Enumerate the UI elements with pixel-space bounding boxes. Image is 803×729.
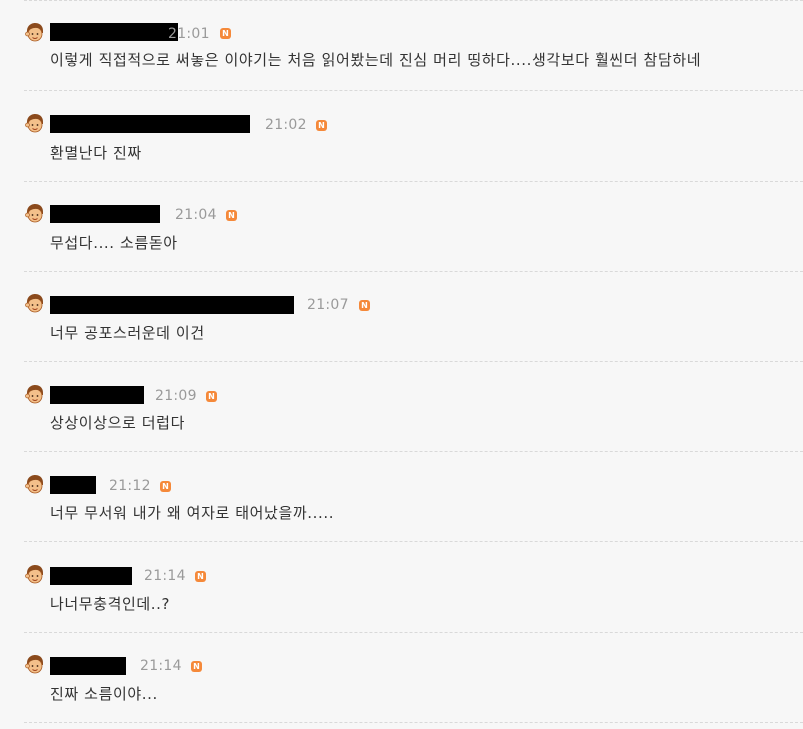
new-badge-icon: N	[195, 571, 206, 582]
new-badge-icon: N	[191, 661, 202, 672]
author-name-redacted[interactable]	[50, 23, 178, 41]
user-avatar-icon[interactable]	[24, 475, 45, 495]
comment-text: 진짜 소름이야...	[50, 685, 158, 703]
user-avatar-icon[interactable]	[24, 294, 45, 314]
comment-text: 환멸난다 진짜	[50, 144, 142, 162]
comment-text: 상상이상으로 더럽다	[50, 414, 185, 432]
comment-item: 21:01 N 이렇게 직접적으로 써놓은 이야기는 처음 읽어봤는데 진심 머…	[24, 0, 803, 91]
comment-item: 21:09 N 상상이상으로 더럽다	[24, 362, 803, 452]
comment-item: 21:04 N 무섭다.... 소름돋아	[24, 182, 803, 272]
comment-time: 21:12	[109, 478, 151, 494]
comment-item: 21:14 N 나너무충격인데..?	[24, 543, 803, 633]
comment-item: 21:07 N 너무 공포스러운데 이건	[24, 272, 803, 362]
comment-item: 21:02 N 환멸난다 진짜	[24, 92, 803, 182]
new-badge-icon: N	[160, 481, 171, 492]
new-badge-icon: N	[359, 300, 370, 311]
comment-time: 21:02	[265, 117, 307, 133]
author-name-redacted[interactable]	[50, 386, 144, 404]
comment-text: 너무 무서워 내가 왜 여자로 태어났을까.....	[50, 504, 335, 522]
author-name-redacted[interactable]	[50, 115, 250, 133]
comment-text: 무섭다.... 소름돋아	[50, 234, 178, 252]
new-badge-icon: N	[226, 210, 237, 221]
author-name-redacted[interactable]	[50, 567, 132, 585]
user-avatar-icon[interactable]	[24, 655, 45, 675]
user-avatar-icon[interactable]	[24, 204, 45, 224]
author-name-redacted[interactable]	[50, 657, 126, 675]
author-name-redacted[interactable]	[50, 476, 96, 494]
author-name-redacted[interactable]	[50, 205, 160, 223]
comment-item: 21:12 N 너무 무서워 내가 왜 여자로 태어났을까.....	[24, 452, 803, 542]
comment-item: 21:14 N 진짜 소름이야...	[24, 633, 803, 723]
comment-time: 21:09	[155, 388, 197, 404]
user-avatar-icon[interactable]	[24, 114, 45, 134]
author-name-redacted[interactable]	[50, 296, 294, 314]
user-avatar-icon[interactable]	[24, 385, 45, 405]
comment-text: 이렇게 직접적으로 써놓은 이야기는 처음 읽어봤는데 진심 머리 띵하다...…	[50, 51, 702, 69]
comment-time: 21:14	[144, 568, 186, 584]
comment-list: 21:01 N 이렇게 직접적으로 써놓은 이야기는 처음 읽어봤는데 진심 머…	[0, 0, 803, 729]
comment-text: 나너무충격인데..?	[50, 595, 171, 613]
comment-time: 21:04	[175, 207, 217, 223]
new-badge-icon: N	[206, 391, 217, 402]
comment-time: 21:01	[168, 26, 210, 42]
comment-time: 21:07	[307, 297, 349, 313]
user-avatar-icon[interactable]	[24, 565, 45, 585]
new-badge-icon: N	[316, 120, 327, 131]
comment-time: 21:14	[140, 658, 182, 674]
user-avatar-icon[interactable]	[24, 23, 45, 43]
comment-text: 너무 공포스러운데 이건	[50, 324, 205, 342]
new-badge-icon: N	[220, 28, 231, 39]
